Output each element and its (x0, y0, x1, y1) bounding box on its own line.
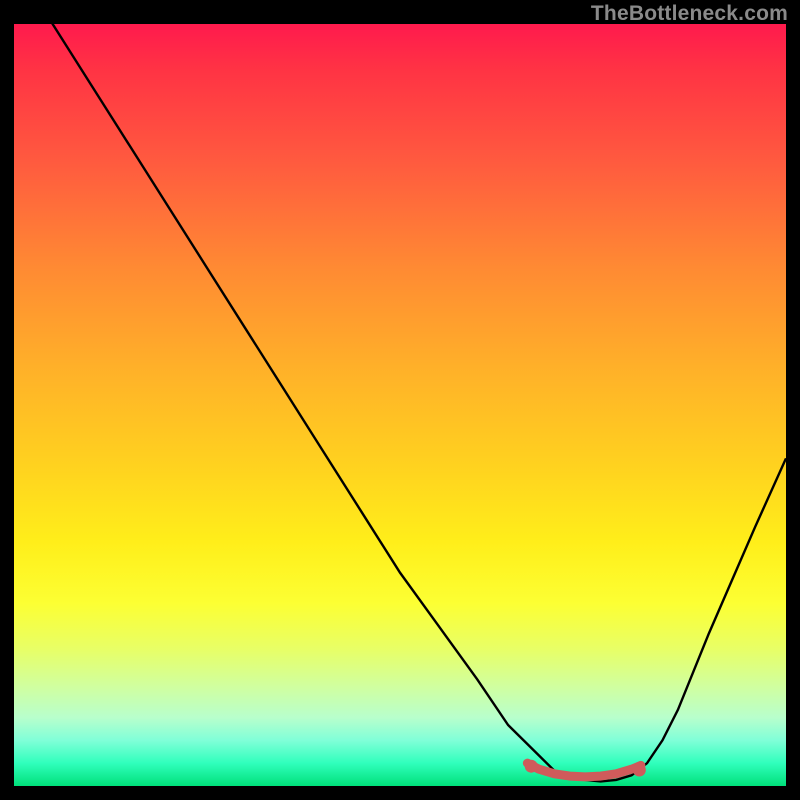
plot-area (14, 24, 786, 786)
curve-line (14, 24, 786, 781)
bottleneck-curve (14, 24, 786, 781)
optimal-marker-end (633, 764, 646, 777)
chart-frame: TheBottleneck.com (0, 0, 800, 800)
chart-svg (14, 24, 786, 786)
watermark-text: TheBottleneck.com (591, 2, 788, 26)
optimal-range-segment (527, 763, 640, 777)
optimal-marker-start (525, 760, 538, 773)
